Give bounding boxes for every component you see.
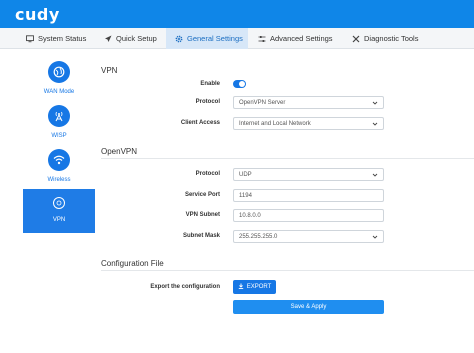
openvpn-section-title: OpenVPN: [101, 147, 138, 156]
sidebar-item-label: Wireless: [47, 177, 71, 183]
sidebar-item-label: WAN Mode: [43, 89, 75, 95]
cudy-logo[interactable]: cudy: [15, 5, 60, 24]
section-divider: [101, 270, 474, 271]
vpn-protocol-select[interactable]: OpenVPN Server: [233, 96, 384, 109]
select-value: UDP: [239, 171, 252, 178]
toggle-knob: [239, 81, 245, 87]
monitor-icon: [26, 34, 34, 43]
tools-icon: [352, 35, 360, 43]
select-value: 255.255.255.0: [239, 233, 278, 240]
export-button[interactable]: EXPORT: [233, 280, 276, 294]
save-apply-button[interactable]: Save & Apply: [233, 300, 384, 314]
tab-diagnostic-tools[interactable]: Diagnostic Tools: [352, 28, 418, 49]
protocol-label: Protocol: [195, 99, 220, 105]
vpn-section-title: VPN: [101, 66, 118, 75]
section-divider: [101, 158, 474, 159]
export-config-label: Export the configuration: [150, 284, 220, 290]
vpn-subnet-label: VPN Subnet: [185, 212, 220, 218]
tab-label: General Settings: [187, 34, 243, 43]
sliders-icon: [258, 35, 266, 43]
antenna-icon: [48, 105, 70, 127]
chevron-down-icon: [372, 234, 378, 240]
tab-system-status[interactable]: System Status: [26, 28, 86, 49]
globe-icon: [48, 61, 70, 83]
tab-label: Diagnostic Tools: [364, 34, 419, 43]
tab-label: System Status: [38, 34, 87, 43]
client-access-select[interactable]: Internet and Local Network: [233, 117, 384, 130]
tab-quick-setup[interactable]: Quick Setup: [104, 28, 157, 49]
chevron-down-icon: [372, 121, 378, 127]
chevron-down-icon: [372, 100, 378, 106]
chevron-down-icon: [372, 172, 378, 178]
export-button-label: EXPORT: [246, 284, 272, 290]
select-value: OpenVPN Server: [239, 99, 286, 106]
tab-label: Advanced Settings: [270, 34, 333, 43]
vpn-icon: [53, 197, 65, 209]
tab-general-settings[interactable]: General Settings: [166, 28, 248, 49]
rocket-icon: [104, 35, 112, 43]
openvpn-protocol-label: Protocol: [195, 171, 220, 177]
enable-label: Enable: [200, 81, 220, 87]
download-icon: [238, 283, 244, 291]
client-access-label: Client Access: [180, 120, 220, 126]
sidebar-item-vpn[interactable]: VPN: [23, 189, 95, 233]
main-nav-tabs: System Status Quick Setup General Settin…: [0, 28, 474, 49]
service-port-label: Service Port: [184, 192, 220, 198]
subnet-mask-select[interactable]: 255.255.255.0: [233, 230, 384, 243]
sidebar-item-wan-mode[interactable]: WAN Mode: [23, 61, 95, 105]
openvpn-protocol-select[interactable]: UDP: [233, 168, 384, 181]
vpn-subnet-input[interactable]: 10.8.0.0: [233, 209, 384, 222]
header-bar: cudy: [0, 0, 474, 28]
subnet-mask-label: Subnet Mask: [182, 233, 220, 239]
tab-advanced-settings[interactable]: Advanced Settings: [258, 28, 333, 49]
wifi-icon: [48, 149, 70, 171]
vpn-enable-toggle[interactable]: [233, 80, 246, 88]
sidebar-item-label: WISP: [51, 133, 67, 139]
sidebar-item-wisp[interactable]: WISP: [23, 105, 95, 149]
tab-label: Quick Setup: [116, 34, 157, 43]
select-value: Internet and Local Network: [239, 120, 311, 127]
sidebar-item-wireless[interactable]: Wireless: [23, 149, 95, 193]
sidebar-item-label: VPN: [52, 217, 66, 223]
service-port-input[interactable]: 1194: [233, 189, 384, 202]
gear-icon: [175, 35, 183, 43]
config-section-title: Configuration File: [101, 259, 164, 268]
